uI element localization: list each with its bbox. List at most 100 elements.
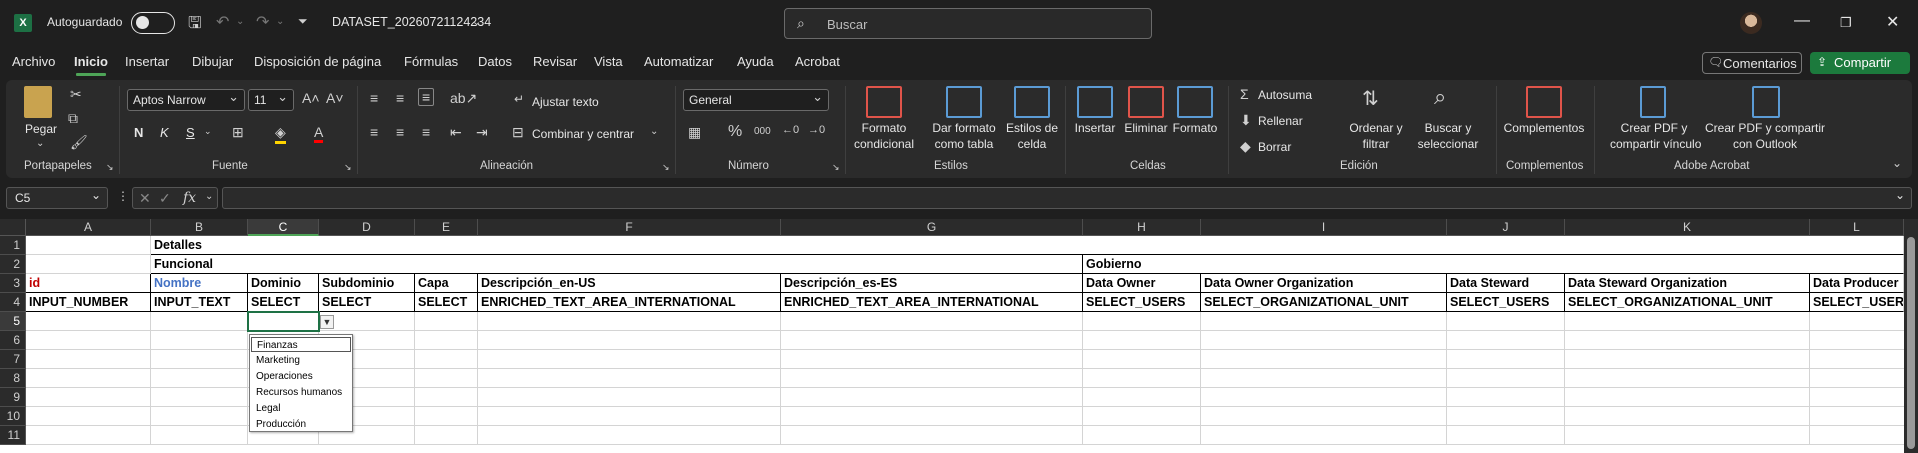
active-cell-c5[interactable] (247, 311, 320, 332)
column-header-c[interactable]: C (248, 219, 319, 236)
cell-d4[interactable]: SELECT (319, 293, 415, 312)
conditional-format-button[interactable]: Formato condicional (846, 120, 922, 152)
sort-filter-icon[interactable]: ⇅ (1362, 86, 1379, 111)
format-as-table-icon[interactable] (946, 86, 982, 118)
row-header-8[interactable]: 8 (0, 369, 26, 388)
paste-icon[interactable] (24, 86, 52, 118)
column-header-e[interactable]: E (415, 219, 478, 236)
name-box[interactable]: C5 ⌄ (6, 187, 108, 209)
row-header-10[interactable]: 10 (0, 407, 26, 426)
column-header-j[interactable]: J (1447, 219, 1565, 236)
cell-e3[interactable]: Capa (415, 274, 478, 293)
create-pdf-outlook-icon[interactable] (1752, 86, 1780, 118)
customize-toolbar-icon[interactable]: ⏷ (298, 14, 308, 29)
font-color-icon[interactable]: A (314, 124, 324, 143)
minimize-icon[interactable]: — (1794, 12, 1810, 30)
redo-dropdown-icon[interactable]: ⌄ (276, 16, 284, 27)
cell-f4[interactable]: ENRICHED_TEXT_AREA_INTERNATIONAL (478, 293, 781, 312)
cell-g4[interactable]: ENRICHED_TEXT_AREA_INTERNATIONAL (781, 293, 1083, 312)
cell-b3[interactable]: Nombre (151, 274, 248, 293)
underline-dropdown-icon[interactable]: ⌄ (204, 126, 212, 137)
fill-icon[interactable]: ⬇ (1240, 112, 1252, 129)
cell-a1[interactable] (26, 236, 151, 255)
menu-vista[interactable]: Vista (594, 54, 623, 69)
menu-disposicion[interactable]: Disposición de página (254, 54, 381, 69)
column-header-h[interactable]: H (1083, 219, 1201, 236)
cell-e4[interactable]: SELECT (415, 293, 478, 312)
undo-icon[interactable]: ↶ (216, 12, 229, 32)
copy-icon[interactable]: ⧉ (68, 110, 78, 127)
scrollbar-thumb[interactable] (1907, 237, 1915, 449)
fill-color-icon[interactable]: ◈ (275, 124, 286, 144)
percent-icon[interactable]: % (728, 123, 742, 141)
align-center-icon[interactable]: ≡ (396, 124, 404, 140)
wrap-text-button[interactable]: Ajustar texto (532, 95, 599, 109)
decrease-decimal-icon[interactable]: →0 (808, 124, 825, 136)
column-header-a[interactable]: A (26, 219, 151, 236)
create-pdf-outlook-button[interactable]: Crear PDF y compartir con Outlook (1700, 120, 1830, 152)
clear-icon[interactable]: ◆ (1240, 138, 1251, 155)
addins-button[interactable]: Complementos (1500, 120, 1588, 136)
cell-l3[interactable]: Data Producer (1810, 274, 1904, 293)
cell-styles-button[interactable]: Estilos de celda (1002, 120, 1062, 152)
menu-ayuda[interactable]: Ayuda (737, 54, 774, 69)
cell-l4[interactable]: SELECT_USERS (1810, 293, 1904, 312)
font-name-select[interactable]: Aptos Narrow (127, 89, 245, 111)
row-header-4[interactable]: 4 (0, 293, 26, 312)
delete-cells-button[interactable]: Eliminar (1120, 120, 1172, 136)
format-painter-icon[interactable]: 🖌 (70, 134, 88, 151)
column-header-f[interactable]: F (478, 219, 781, 236)
restore-icon[interactable]: ❐ (1840, 15, 1852, 31)
cell-styles-icon[interactable] (1014, 86, 1050, 118)
menu-dibujar[interactable]: Dibujar (192, 54, 233, 69)
insert-cells-button[interactable]: Insertar (1070, 120, 1120, 136)
menu-revisar[interactable]: Revisar (533, 54, 577, 69)
accounting-format-icon[interactable]: ▦ (688, 124, 701, 141)
font-launcher-icon[interactable]: ↘ (344, 162, 352, 173)
cell-k4[interactable]: SELECT_ORGANIZATIONAL_UNIT (1565, 293, 1810, 312)
column-header-b[interactable]: B (151, 219, 248, 236)
increase-decimal-icon[interactable]: ←0 (782, 124, 799, 136)
function-dropdown-icon[interactable]: ⌄ (205, 191, 213, 202)
cell-c4[interactable]: SELECT (248, 293, 319, 312)
cell-k3[interactable]: Data Steward Organization (1565, 274, 1810, 293)
cell-h4[interactable]: SELECT_USERS (1083, 293, 1201, 312)
cell-c3[interactable]: Dominio (248, 274, 319, 293)
row-header-5[interactable]: 5 (0, 312, 26, 331)
column-header-i[interactable]: I (1201, 219, 1447, 236)
find-select-button[interactable]: Buscar y seleccionar (1408, 120, 1488, 152)
select-all-corner[interactable] (0, 219, 26, 236)
redo-icon[interactable]: ↷ (256, 12, 269, 32)
align-right-icon[interactable]: ≡ (422, 124, 430, 140)
cell-b1[interactable]: Detalles (151, 236, 1904, 255)
column-header-l[interactable]: L (1810, 219, 1904, 236)
autosum-icon[interactable]: Σ (1240, 86, 1249, 102)
cell-h2[interactable]: Gobierno (1083, 255, 1904, 274)
dropdown-option-marketing[interactable]: Marketing (251, 353, 351, 368)
search-box[interactable]: ⌕ Buscar (784, 8, 1152, 39)
menu-insertar[interactable]: Insertar (125, 54, 169, 69)
title-chevron-down-icon[interactable]: ⌄ (472, 15, 481, 28)
alignment-launcher-icon[interactable]: ↘ (662, 162, 670, 173)
cell-dropdown-arrow-icon[interactable]: ▼ (320, 315, 334, 329)
vertical-scrollbar[interactable] (1904, 219, 1918, 453)
cell-i4[interactable]: SELECT_ORGANIZATIONAL_UNIT (1201, 293, 1447, 312)
cell-h3[interactable]: Data Owner (1083, 274, 1201, 293)
bold-button[interactable]: N (134, 125, 143, 140)
clipboard-launcher-icon[interactable]: ↘ (106, 162, 114, 173)
avatar[interactable] (1740, 12, 1762, 34)
cut-icon[interactable]: ✂ (70, 86, 82, 103)
merge-center-icon[interactable]: ⊟ (512, 124, 524, 141)
addins-icon[interactable] (1526, 86, 1562, 118)
increase-indent-icon[interactable]: ⇥ (476, 124, 488, 141)
underline-button[interactable]: S (186, 125, 195, 140)
confirm-entry-icon[interactable]: ✓ (159, 190, 171, 207)
menu-datos[interactable]: Datos (478, 54, 512, 69)
insert-cells-icon[interactable] (1077, 86, 1113, 118)
wrap-text-icon[interactable]: ↵ (514, 92, 524, 106)
dropdown-option-finanzas[interactable]: Finanzas (251, 337, 351, 352)
format-as-table-button[interactable]: Dar formato como tabla (922, 120, 1006, 152)
cell-d3[interactable]: Subdominio (319, 274, 415, 293)
more-options-icon[interactable]: ⋮ (117, 189, 129, 203)
column-header-d[interactable]: D (319, 219, 415, 236)
